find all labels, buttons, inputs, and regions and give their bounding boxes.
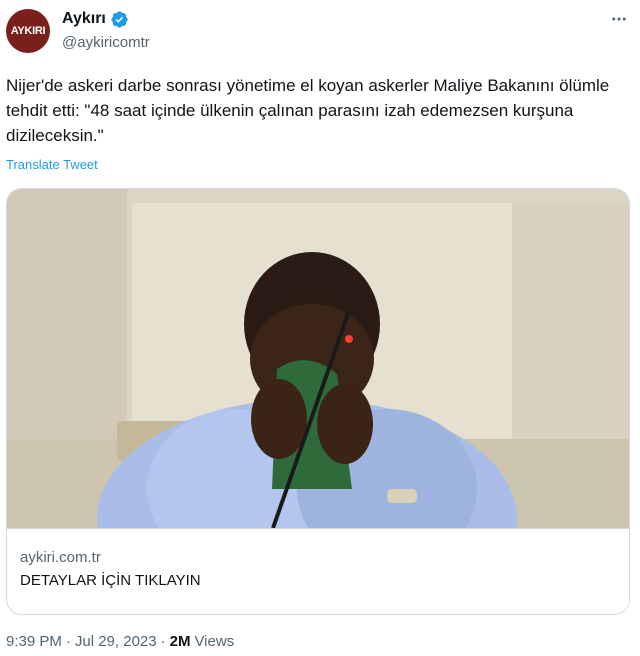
avatar[interactable]: AYKIRI — [6, 9, 50, 53]
views-label: Views — [194, 633, 235, 650]
meta-separator: · — [160, 633, 166, 650]
tweet-text: Nijer'de askeri darbe sonrası yönetime e… — [6, 76, 610, 145]
author-display-name[interactable]: Aykırı — [62, 9, 106, 29]
card-title: DETAYLAR İÇİN TIKLAYIN — [20, 572, 201, 589]
card-domain: aykiri.com.tr — [20, 549, 101, 566]
tweet-time[interactable]: 9:39 PM — [6, 632, 62, 652]
more-dots-icon — [612, 17, 626, 21]
avatar-logo-text: AYKIRI — [10, 25, 46, 37]
translate-tweet-link[interactable]: Translate Tweet — [6, 156, 98, 174]
meta-separator: · — [65, 633, 71, 650]
tweet-date[interactable]: Jul 29, 2023 — [75, 632, 157, 652]
tweet-meta: 9:39 PM · Jul 29, 2023 · 2M Views — [6, 632, 234, 652]
author-handle[interactable]: @aykiricomtr — [62, 33, 150, 53]
views-count: 2M — [169, 633, 191, 650]
card-media-image — [7, 189, 629, 528]
author-name-row: Aykırı — [62, 9, 129, 29]
card-footer[interactable]: aykiri.com.tr DETAYLAR İÇİN TIKLAYIN — [7, 528, 629, 614]
link-card[interactable]: aykiri.com.tr DETAYLAR İÇİN TIKLAYIN — [6, 188, 630, 615]
verified-badge-icon — [111, 10, 128, 28]
more-options-icon[interactable] — [608, 8, 630, 30]
